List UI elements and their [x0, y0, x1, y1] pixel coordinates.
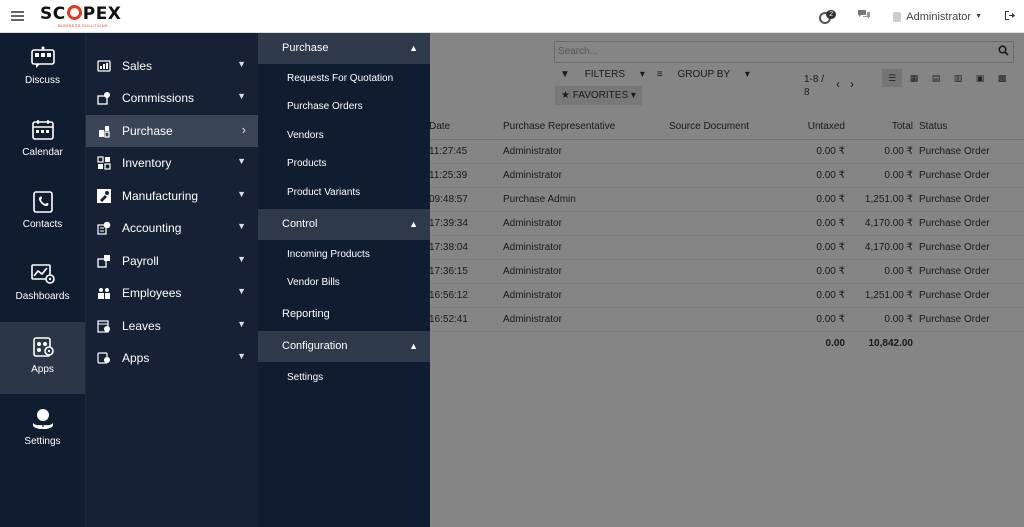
logout-icon[interactable] [1004, 10, 1015, 24]
scopex-logo[interactable]: SC PEX BUSINESS SOLUTIONS [40, 5, 121, 28]
accounting-icon [97, 221, 111, 235]
menu-item-incoming-products[interactable]: Incoming Products [287, 249, 370, 260]
app-item-label: Sales [122, 59, 153, 73]
app-item-label: Payroll [122, 254, 159, 268]
top-navbar: SC PEX BUSINESS SOLUTIONS 2 Administrator… [0, 0, 1024, 33]
user-menu[interactable]: Administrator ▼ [893, 11, 982, 23]
app-item-label: Accounting [122, 221, 182, 235]
chevron-down-icon: ▼ [237, 189, 246, 199]
purchase-submenu: Purchase ▲ Requests For Quotation Purcha… [258, 33, 430, 527]
app-item-sales[interactable]: Sales ▼ [86, 50, 258, 82]
rail-item-settings[interactable]: Settings [0, 394, 85, 466]
app-item-label: Inventory [122, 156, 172, 170]
contacts-icon [32, 191, 53, 213]
app-item-label: Purchase [122, 124, 173, 138]
chat-icon[interactable] [857, 9, 871, 24]
settings-icon [32, 409, 53, 429]
app-item-payroll[interactable]: Payroll ▼ [86, 245, 258, 277]
chevron-down-icon: ▼ [237, 286, 246, 296]
app-item-apps[interactable]: Apps ▼ [86, 342, 258, 374]
chevron-up-icon: ▲ [409, 341, 418, 351]
chevron-right-icon: › [241, 122, 246, 137]
apps-store-icon [97, 352, 110, 364]
commissions-icon [97, 92, 110, 105]
sales-icon [97, 60, 111, 72]
payroll-icon [97, 255, 110, 268]
discuss-icon [30, 46, 55, 68]
section-header-configuration[interactable]: Configuration ▲ [258, 331, 430, 362]
app-item-accounting[interactable]: Accounting ▼ [86, 212, 258, 244]
menu-item-product-variants[interactable]: Product Variants [287, 187, 360, 198]
app-item-employees[interactable]: Employees ▼ [86, 277, 258, 309]
rail-item-contacts[interactable]: Contacts [0, 177, 85, 249]
apps-icon [32, 337, 54, 357]
app-item-purchase[interactable]: Purchase › [86, 115, 258, 147]
menu-item-requests-for-quotation[interactable]: Requests For Quotation [287, 73, 393, 84]
menu-item-purchase-orders[interactable]: Purchase Orders [287, 101, 363, 112]
rail-item-apps[interactable]: Apps [0, 322, 85, 394]
chevron-down-icon: ▼ [237, 254, 246, 264]
apps-menu: Sales ▼ Commissions ▼ Purchase › Invento… [85, 33, 258, 527]
app-item-label: Employees [122, 286, 182, 300]
rail-item-dashboards[interactable]: Dashboards [0, 249, 85, 321]
dashboards-icon [30, 264, 55, 284]
manufacturing-icon [97, 189, 111, 203]
chevron-up-icon: ▲ [409, 219, 418, 229]
user-name: Administrator [906, 10, 972, 23]
rail-item-calendar[interactable]: Calendar [0, 105, 85, 177]
rail-item-discuss[interactable]: Discuss [0, 33, 85, 105]
app-item-label: Commissions [122, 91, 195, 105]
menu-item-reporting[interactable]: Reporting [282, 308, 330, 320]
chevron-down-icon: ▼ [237, 319, 246, 329]
avatar [893, 11, 902, 22]
app-item-manufacturing[interactable]: Manufacturing ▼ [86, 180, 258, 212]
app-item-commissions[interactable]: Commissions ▼ [86, 82, 258, 114]
chevron-down-icon: ▼ [237, 351, 246, 361]
purchase-icon [99, 126, 110, 138]
app-item-label: Apps [122, 351, 150, 365]
leaves-icon [97, 320, 110, 333]
app-item-label: Manufacturing [122, 189, 199, 203]
menu-toggle-icon[interactable] [11, 11, 24, 21]
chevron-up-icon: ▲ [409, 43, 418, 53]
caret-down-icon: ▼ [975, 13, 982, 20]
activity-icon[interactable]: 2 [819, 9, 837, 25]
activity-count-badge: 2 [826, 9, 837, 19]
menu-item-vendor-bills[interactable]: Vendor Bills [287, 277, 340, 288]
employees-icon [98, 288, 110, 299]
app-item-inventory[interactable]: Inventory ▼ [86, 147, 258, 179]
menu-item-products[interactable]: Products [287, 158, 326, 169]
section-header-purchase[interactable]: Purchase ▲ [258, 33, 430, 64]
menu-item-vendors[interactable]: Vendors [287, 130, 324, 141]
chevron-down-icon: ▼ [237, 156, 246, 166]
chevron-down-icon: ▼ [237, 221, 246, 231]
chevron-down-icon: ▼ [237, 91, 246, 101]
chevron-down-icon: ▼ [237, 59, 246, 69]
calendar-icon [31, 120, 54, 140]
app-item-label: Leaves [122, 319, 161, 333]
section-header-control[interactable]: Control ▲ [258, 209, 430, 240]
app-rail: Discuss Calendar Contacts Dashboards App… [0, 33, 85, 527]
menu-item-settings[interactable]: Settings [287, 372, 323, 383]
app-item-leaves[interactable]: Leaves ▼ [86, 310, 258, 342]
inventory-icon [97, 156, 111, 170]
